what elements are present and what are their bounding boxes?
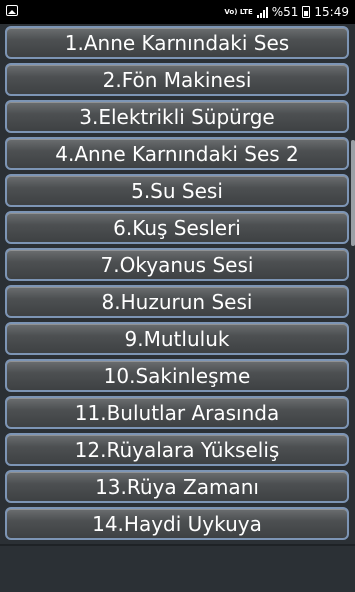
list-item-7[interactable]: 7.Okyanus Sesi: [5, 248, 349, 281]
scrollbar[interactable]: [351, 140, 355, 246]
list-item-4[interactable]: 4.Anne Karnındaki Ses 2: [5, 137, 349, 170]
list-item-1[interactable]: 1.Anne Karnındaki Ses: [5, 26, 349, 59]
list-item-6[interactable]: 6.Kuş Sesleri: [5, 211, 349, 244]
list-item-3[interactable]: 3.Elektrikli Süpürge: [5, 100, 349, 133]
sound-list[interactable]: 1.Anne Karnındaki Ses 2.Fön Makinesi 3.E…: [5, 26, 350, 544]
clock: 15:49: [314, 5, 349, 19]
list-item-2[interactable]: 2.Fön Makinesi: [5, 63, 349, 96]
battery-percent: %51: [271, 5, 299, 19]
battery-icon: [302, 6, 311, 18]
list-item-5[interactable]: 5.Su Sesi: [5, 174, 349, 207]
list-item-9[interactable]: 9.Mutluluk: [5, 322, 349, 355]
volte-icon: Vo) LTE: [224, 7, 253, 16]
list-item-13[interactable]: 13.Rüya Zamanı: [5, 470, 349, 503]
list-item-8[interactable]: 8.Huzurun Sesi: [5, 285, 349, 318]
status-bar: Vo) LTE %51 15:49: [0, 0, 355, 24]
list-item-10[interactable]: 10.Sakinleşme: [5, 359, 349, 392]
list-item-14[interactable]: 14.Haydi Uykuya: [5, 507, 349, 540]
list-item-11[interactable]: 11.Bulutlar Arasında: [5, 396, 349, 429]
gallery-notification-icon: [6, 5, 18, 16]
list-bottom-divider: [0, 544, 355, 546]
signal-icon: [256, 6, 268, 18]
list-item-12[interactable]: 12.Rüyalara Yükseliş: [5, 433, 349, 466]
status-indicators: Vo) LTE %51 15:49: [224, 4, 349, 20]
